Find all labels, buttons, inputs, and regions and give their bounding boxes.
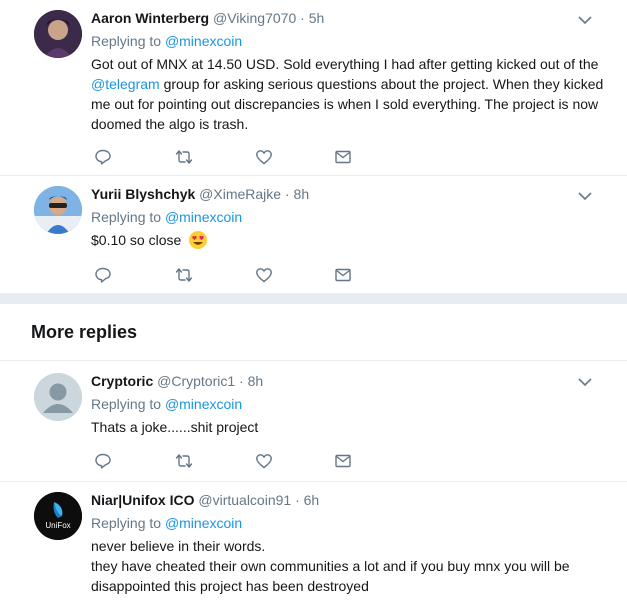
tweet-header: Niar|Unifox ICO @virtualcoin91 · 6h [91,490,615,510]
retweet-icon[interactable] [175,148,193,166]
tweet-actions [94,452,354,470]
avatar-logo-label: UniFox [45,521,71,530]
replying-to: Replying to @minexcoin [91,207,615,227]
chevron-down-icon[interactable] [577,188,593,204]
tweet-text: Got out of MNX at 14.50 USD. Sold everyt… [91,54,615,134]
avatar[interactable] [34,186,82,234]
heart-icon[interactable] [255,148,273,166]
author-handle[interactable]: @Cryptoric1 [157,373,235,389]
default-profile-icon [34,373,82,421]
timestamp[interactable]: 6h [304,492,320,508]
separator-dot: · [300,10,305,26]
envelope-icon[interactable] [334,148,352,166]
avatar[interactable]: UniFox [34,492,82,540]
section-divider [0,294,627,304]
author-name[interactable]: Cryptoric [91,373,153,389]
tweet-header: Cryptoric @Cryptoric1 · 8h [91,371,615,391]
reply-icon[interactable] [94,148,112,166]
retweet-icon[interactable] [175,266,193,284]
author-handle[interactable]: @Viking7070 [213,10,296,26]
separator-dot: · [295,492,300,508]
tweet-text: Thats a joke......shit project [91,419,259,435]
heart-icon[interactable] [255,266,273,284]
separator-dot: · [239,373,244,389]
retweet-icon[interactable] [175,452,193,470]
replying-to: Replying to @minexcoin [91,394,615,414]
replying-to: Replying to @minexcoin [91,31,615,51]
mention-link[interactable]: @telegram [91,76,160,92]
replying-to-prefix: Replying to [91,209,165,225]
tweet[interactable]: UniFox Niar|Unifox ICO @virtualcoin91 · … [0,482,627,609]
avatar-image [34,186,82,234]
replying-to-prefix: Replying to [91,396,165,412]
chevron-down-icon[interactable] [577,12,593,28]
tweet-text-part: Got out of MNX at 14.50 USD. Sold everyt… [91,56,599,72]
author-handle[interactable]: @XimeRajke [199,186,281,202]
timestamp[interactable]: 8h [248,373,264,389]
chevron-down-icon[interactable] [577,374,593,390]
replying-to: Replying to @minexcoin [91,513,615,533]
unifox-logo-icon [34,492,82,540]
tweet-header: Aaron Winterberg @Viking7070 · 5h [91,8,615,28]
tweet-text-part: $0.10 so close [91,232,182,248]
timestamp[interactable]: 8h [294,186,310,202]
reply-icon[interactable] [94,452,112,470]
author-name[interactable]: Yurii Blyshchyk [91,186,195,202]
tweet-text-line: they have cheated their own communities … [91,558,570,594]
mention-link[interactable]: @minexcoin [165,209,242,225]
separator-dot: · [284,186,290,202]
replying-to-prefix: Replying to [91,33,165,49]
mention-link[interactable]: @minexcoin [165,515,242,531]
heart-icon[interactable] [255,452,273,470]
heart-eyes-emoji-icon [189,231,208,249]
tweet[interactable]: Cryptoric @Cryptoric1 · 8h Replying to @… [0,361,627,482]
author-handle[interactable]: @virtualcoin91 [198,492,291,508]
replying-to-prefix: Replying to [91,515,165,531]
envelope-icon[interactable] [334,452,352,470]
tweet-header: Yurii Blyshchyk @XimeRajke · 8h [91,184,615,204]
tweet[interactable]: Yurii Blyshchyk @XimeRajke · 8h Replying… [0,176,627,294]
tweet[interactable]: Aaron Winterberg @Viking7070 · 5h Replyi… [0,0,627,176]
author-name[interactable]: Niar|Unifox ICO [91,492,194,508]
tweet-actions [94,266,354,284]
tweet-text-part: group for asking serious questions about… [91,76,604,132]
mention-link[interactable]: @minexcoin [165,33,242,49]
mention-link[interactable]: @minexcoin [165,396,242,412]
avatar[interactable] [34,373,82,421]
timestamp[interactable]: 5h [309,10,325,26]
envelope-icon[interactable] [334,266,352,284]
tweet-actions [94,148,354,166]
tweet-text: never believe in their words. they have … [91,536,615,596]
reply-icon[interactable] [94,266,112,284]
tweet-text: $0.10 so close [91,230,615,250]
tweet-text-line: never believe in their words. [91,538,266,554]
avatar-image [34,10,82,58]
avatar[interactable] [34,10,82,58]
more-replies-header: More replies [0,304,627,361]
author-name[interactable]: Aaron Winterberg [91,10,209,26]
section-title: More replies [31,322,138,342]
